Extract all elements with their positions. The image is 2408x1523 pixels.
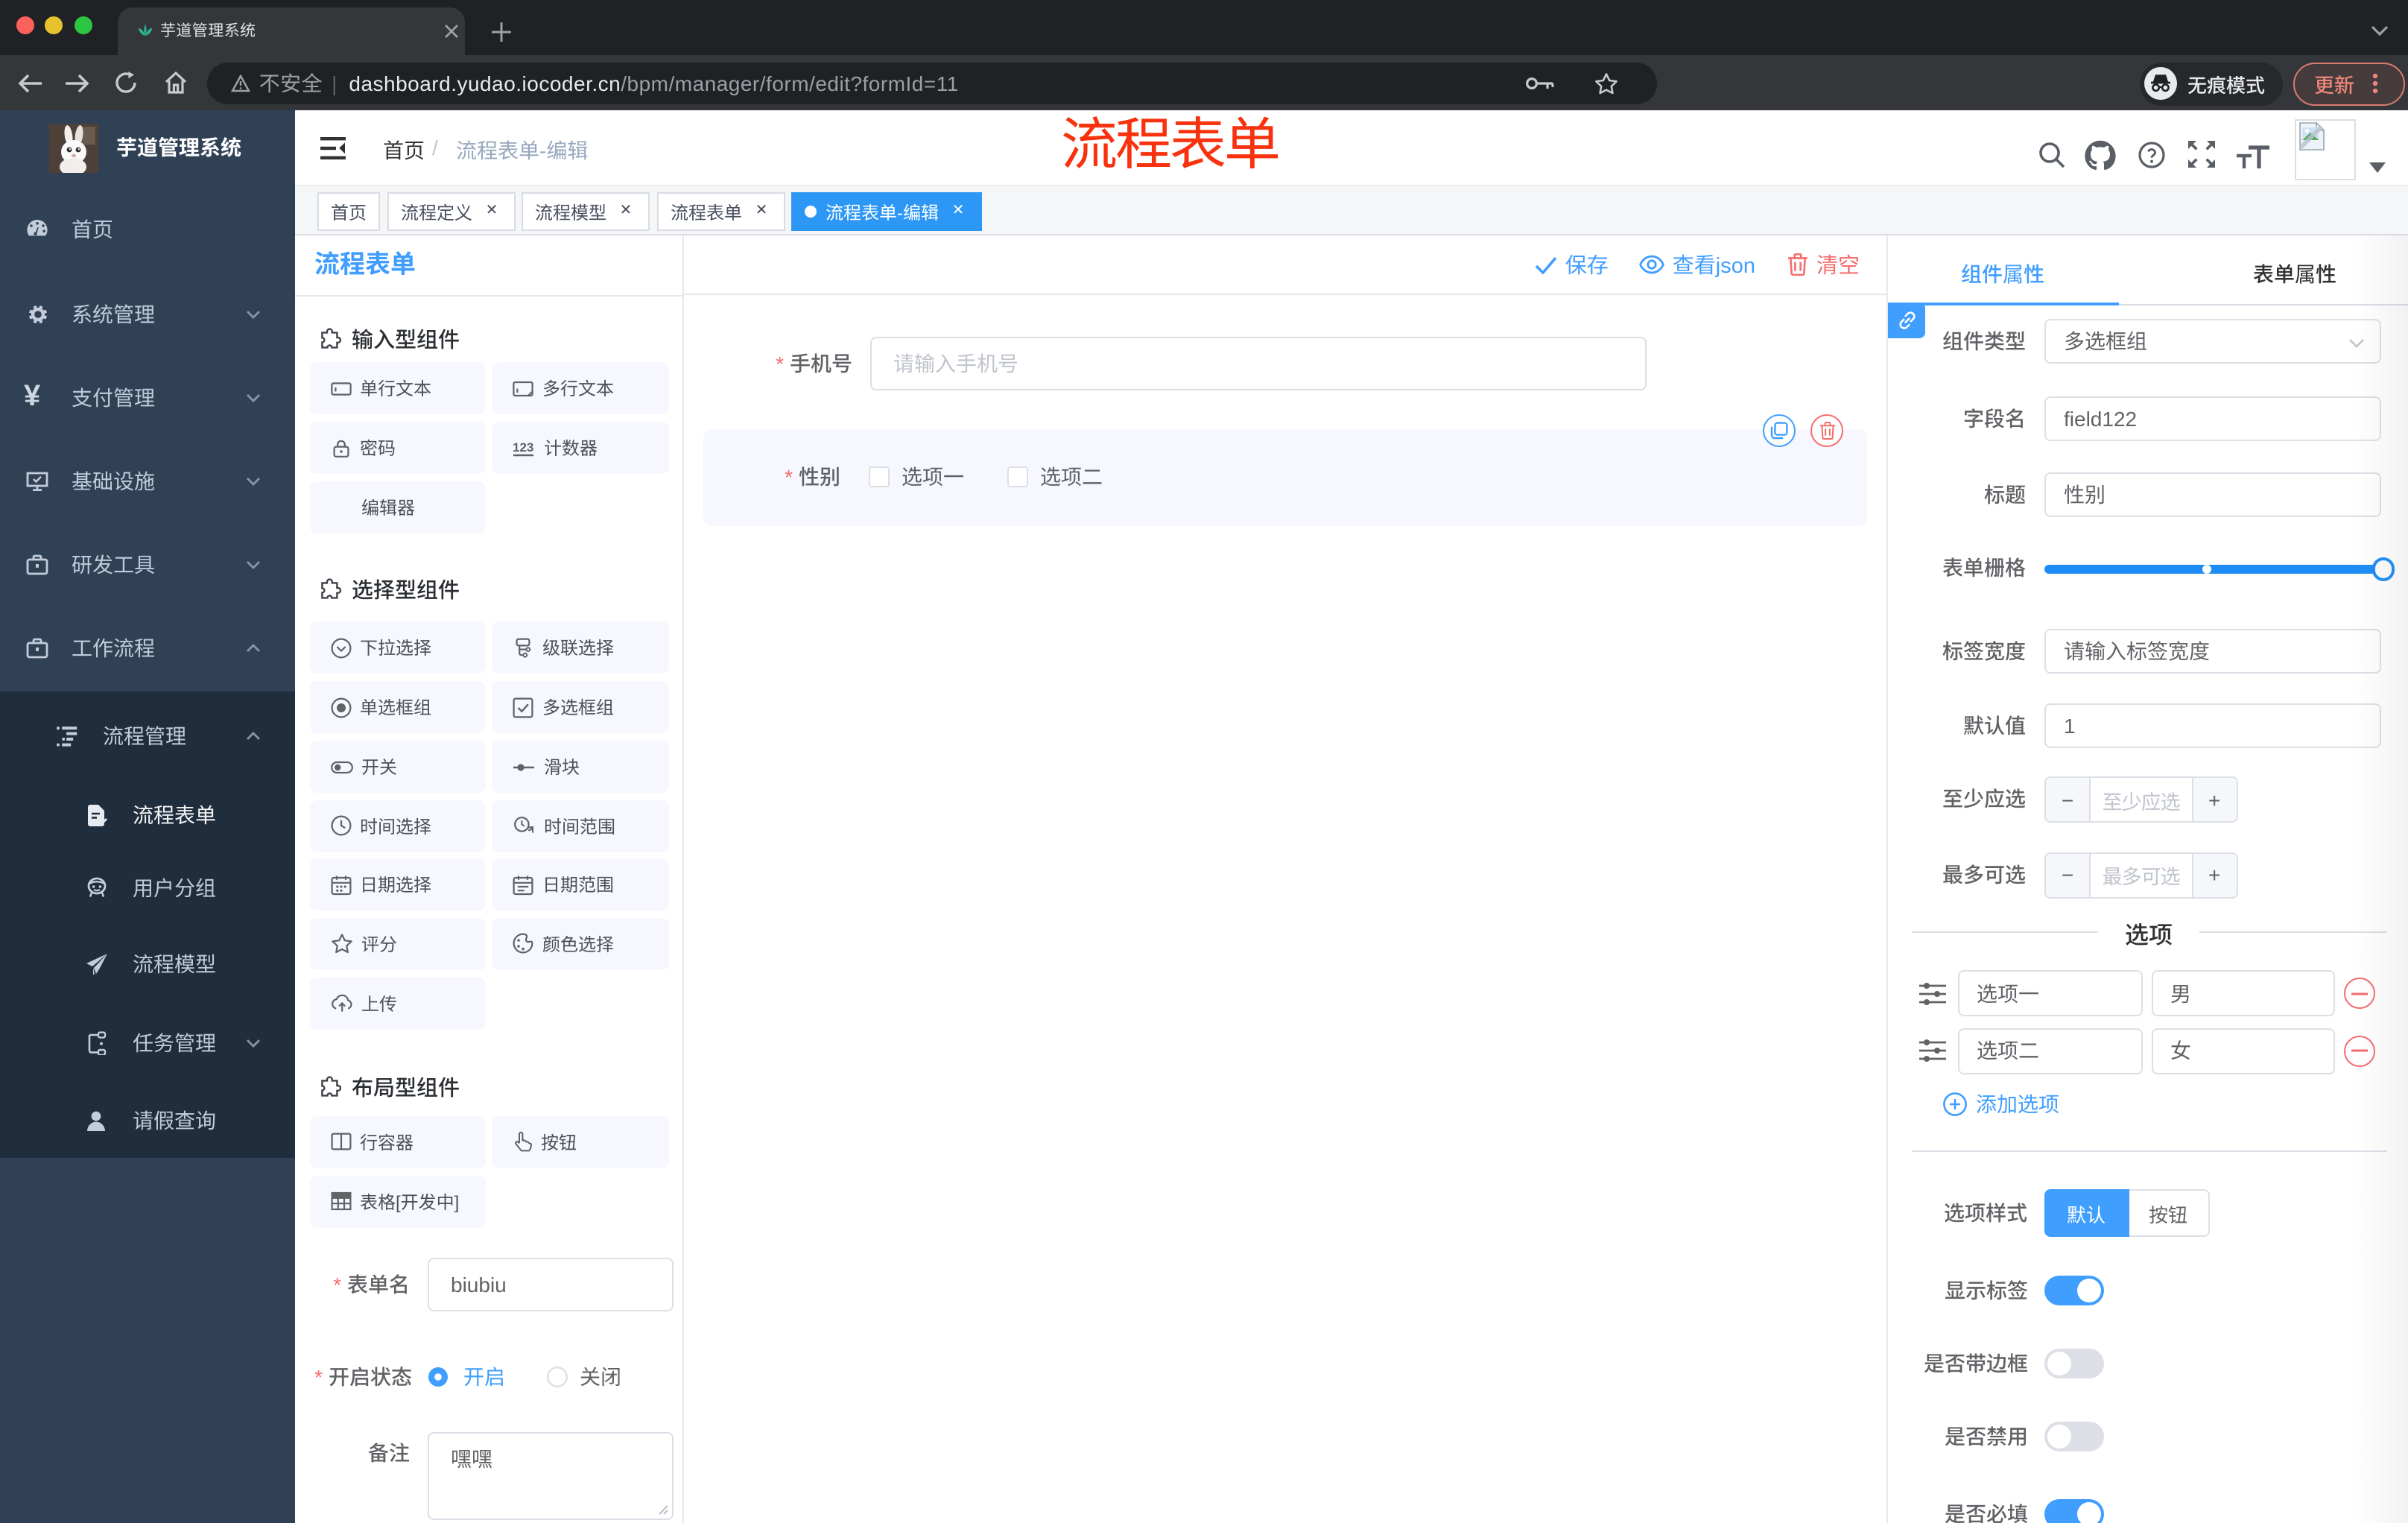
- svg-text:123: 123: [513, 440, 533, 454]
